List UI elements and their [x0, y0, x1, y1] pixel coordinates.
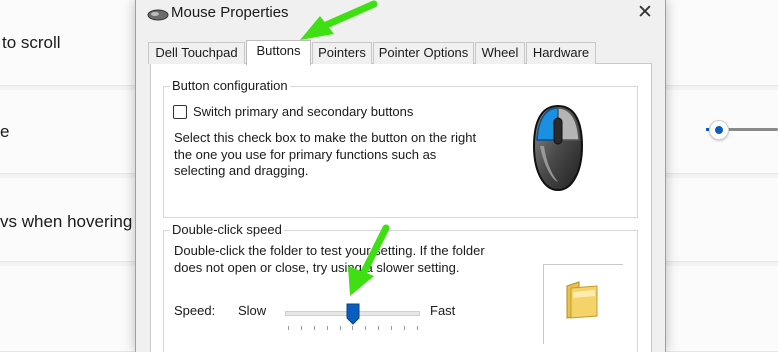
description-line: selecting and dragging. [174, 163, 309, 178]
double-click-speed-thumb[interactable] [346, 303, 360, 325]
tab-pointer-options[interactable]: Pointer Options [373, 42, 474, 64]
description-line: Double-click the folder to test your set… [174, 243, 485, 258]
mouse-illustration-icon [532, 104, 584, 192]
slow-label: Slow [238, 303, 267, 318]
slider-tick [378, 326, 379, 330]
close-button[interactable]: ✕ [626, 0, 664, 28]
settings-row-scroll-label: to scroll [2, 33, 61, 52]
slider-tick [327, 326, 328, 330]
slider-tick [404, 326, 405, 330]
description-line: the one you use for primary functions su… [174, 146, 437, 162]
fast-label: Fast [430, 303, 456, 318]
slider-tick [352, 326, 353, 330]
slider-tick [391, 326, 392, 330]
slider-tick [314, 326, 315, 330]
settings-slider-thumb[interactable] [709, 120, 729, 140]
description-line: does not open or close, try using a slow… [174, 260, 460, 275]
tab-dell-touchpad[interactable]: Dell Touchpad [148, 42, 245, 64]
tab-pointers[interactable]: Pointers [312, 42, 372, 64]
tab-hardware[interactable]: Hardware [526, 42, 596, 64]
double-click-description: Double-click the folder to test your set… [174, 242, 504, 276]
slider-tick [365, 326, 366, 330]
description-line: Select this check box to make the button… [174, 130, 477, 145]
double-click-speed-label: Double-click speed [170, 222, 284, 237]
slider-tick [288, 326, 289, 330]
settings-row-hover-label: vs when hovering o [0, 212, 147, 231]
switch-buttons-checkbox[interactable] [173, 105, 187, 119]
folder-icon[interactable] [565, 280, 601, 320]
slider-tick [417, 326, 418, 330]
settings-row-speed-label: e [0, 122, 10, 141]
title-bar[interactable]: Mouse Properties ✕ [136, 0, 665, 30]
button-config-description: Select this check box to make the button… [174, 130, 504, 180]
slider-tick [301, 326, 302, 330]
mouse-icon [147, 9, 169, 21]
tab-wheel[interactable]: Wheel [475, 42, 525, 64]
switch-buttons-label[interactable]: Switch primary and secondary buttons [193, 104, 413, 119]
speed-label: Speed: [174, 303, 216, 318]
dialog-title: Mouse Properties [171, 4, 289, 21]
button-configuration-label: Button configuration [170, 78, 290, 93]
tab-buttons[interactable]: Buttons [246, 40, 311, 65]
slider-tick [340, 326, 341, 330]
